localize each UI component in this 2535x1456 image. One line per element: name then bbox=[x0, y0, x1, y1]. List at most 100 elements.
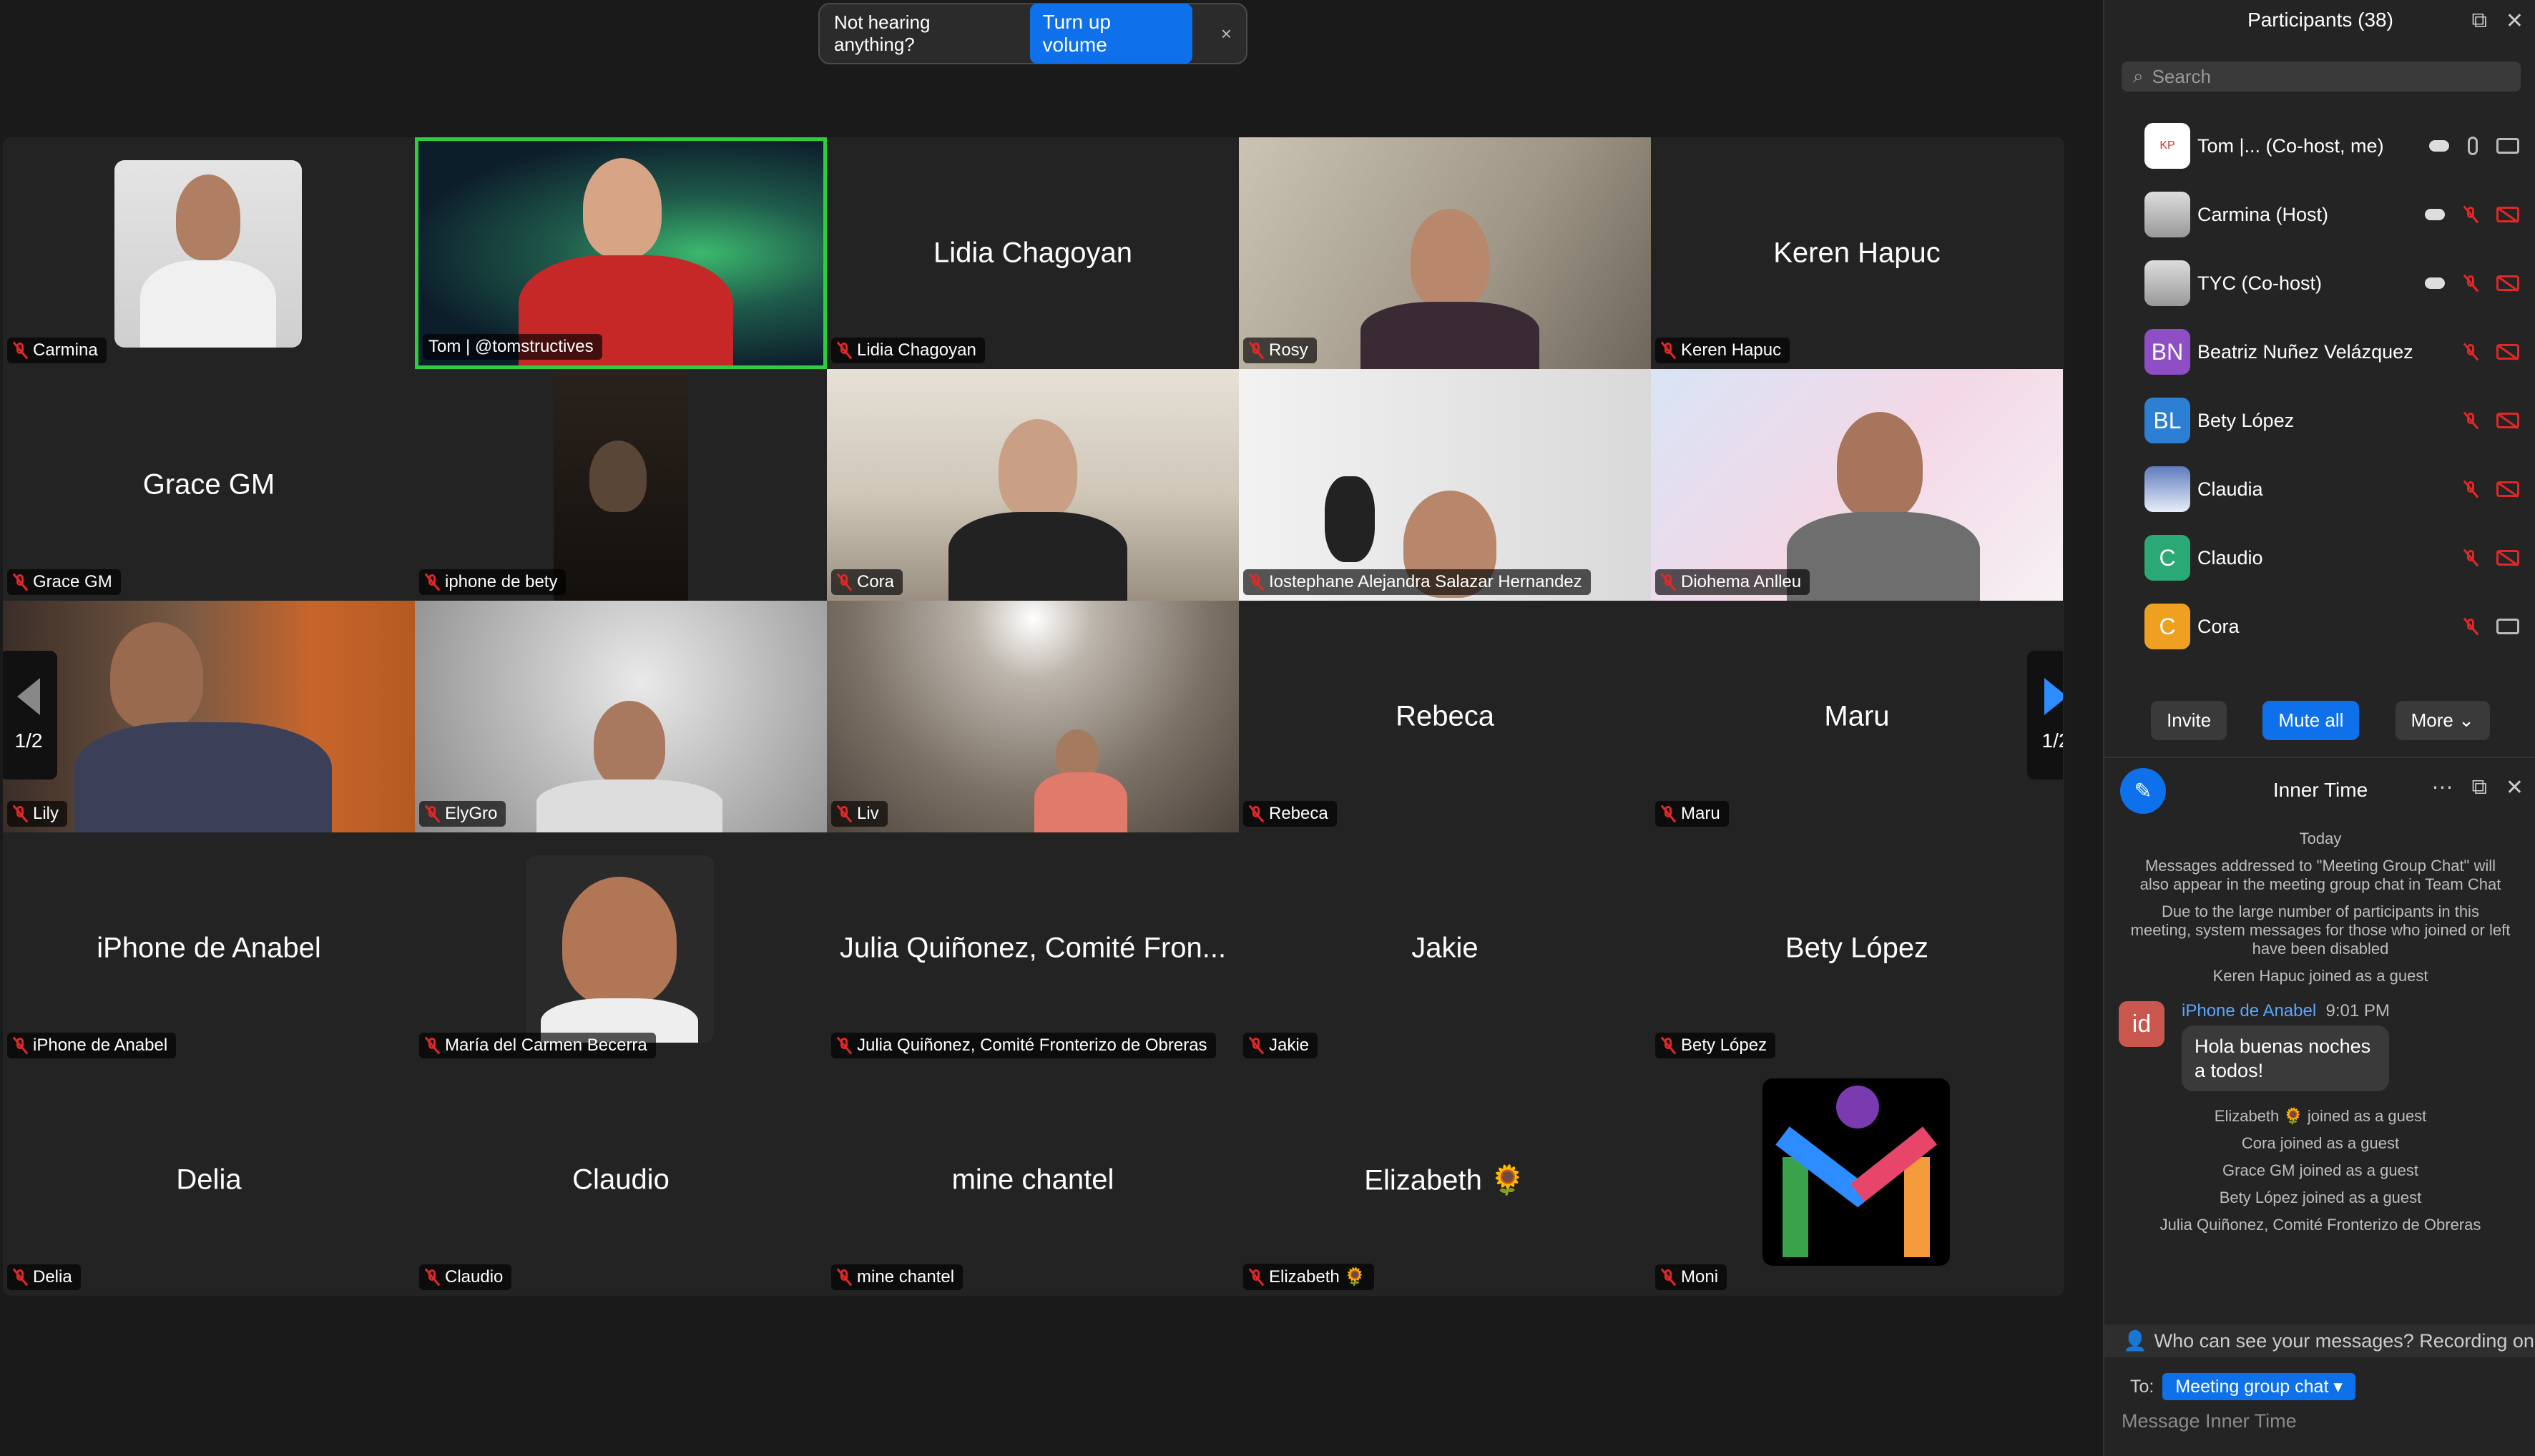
nameplate: Moni bbox=[1655, 1264, 1727, 1290]
participant-name: Maru bbox=[1824, 700, 1890, 732]
video-tile[interactable]: Keren Hapuc Keren Hapuc bbox=[1651, 137, 2063, 369]
previous-page-button[interactable]: 1/2 bbox=[3, 651, 57, 779]
camera-off-icon[interactable] bbox=[2496, 550, 2519, 566]
video-tile-active-speaker[interactable]: Tom | @tomstructives bbox=[415, 137, 827, 369]
participant-row[interactable]: Claudia bbox=[2104, 455, 2535, 523]
video-tile[interactable]: Carmina bbox=[3, 137, 415, 369]
avatar: C bbox=[2144, 535, 2190, 581]
to-label: To: bbox=[2130, 1376, 2154, 1397]
profile-photo bbox=[526, 855, 714, 1043]
mic-muted-icon bbox=[1661, 1036, 1675, 1055]
camera-icon[interactable] bbox=[2496, 619, 2519, 634]
mic-icon[interactable] bbox=[2468, 137, 2478, 155]
nameplate: Julia Quiñonez, Comité Fronterizo de Obr… bbox=[831, 1033, 1216, 1058]
mic-muted-icon[interactable] bbox=[2463, 343, 2478, 361]
date-separator: Today bbox=[2299, 830, 2342, 847]
video-tile[interactable]: Maru Maru 1/2 bbox=[1651, 601, 2063, 832]
camera-off-icon[interactable] bbox=[2496, 413, 2519, 428]
close-icon[interactable]: ✕ bbox=[2506, 9, 2524, 34]
message-input[interactable]: Message Inner Time bbox=[2122, 1410, 2297, 1432]
recording-notice[interactable]: 👤 Who can see your messages? Recording o… bbox=[2104, 1324, 2535, 1357]
camera-icon[interactable] bbox=[2496, 138, 2519, 154]
nameplate: Delia bbox=[7, 1264, 81, 1290]
nameplate: María del Carmen Becerra bbox=[419, 1033, 656, 1058]
nameplate: Lily bbox=[7, 801, 68, 827]
video-tile[interactable]: Bety López Bety López bbox=[1651, 832, 2063, 1064]
mic-muted-icon bbox=[425, 805, 439, 823]
nameplate: Bety López bbox=[1655, 1033, 1776, 1058]
video-tile[interactable]: Rebeca Rebeca bbox=[1239, 601, 1651, 832]
video-tile[interactable]: mine chantel mine chantel bbox=[827, 1064, 1239, 1296]
participant-row[interactable]: C Claudio bbox=[2104, 523, 2535, 592]
join-message: Elizabeth 🌻 joined as a guest bbox=[2214, 1107, 2427, 1125]
participant-row[interactable]: C Cora bbox=[2104, 592, 2535, 661]
participant-row[interactable]: KP Tom |... (Co-host, me) bbox=[2104, 112, 2535, 180]
video-tile[interactable]: Delia Delia bbox=[3, 1064, 415, 1296]
camera-feed bbox=[1239, 137, 1651, 369]
audio-toast: Not hearing anything? Turn up volume × bbox=[818, 3, 1247, 64]
mic-muted-icon[interactable] bbox=[2463, 549, 2478, 567]
video-tile[interactable]: Cora bbox=[827, 369, 1239, 601]
video-tile[interactable]: Jakie Jakie bbox=[1239, 832, 1651, 1064]
nameplate: Diohema Anlleu bbox=[1655, 569, 1810, 595]
video-tile[interactable]: María del Carmen Becerra bbox=[415, 832, 827, 1064]
video-tile[interactable]: Liv bbox=[827, 601, 1239, 832]
mic-muted-icon bbox=[13, 1036, 27, 1055]
video-tile[interactable]: iphone de bety bbox=[415, 369, 827, 601]
mic-muted-icon[interactable] bbox=[2463, 411, 2478, 430]
video-tile[interactable]: iPhone de Anabel iPhone de Anabel bbox=[3, 832, 415, 1064]
video-tile[interactable]: Iostephane Alejandra Salazar Hernandez bbox=[1239, 369, 1651, 601]
next-page-button[interactable]: 1/2 bbox=[2027, 651, 2063, 779]
pop-out-icon[interactable]: ⧉ bbox=[2471, 775, 2486, 800]
video-gallery: Carmina Tom | @tomstructives Lidia Chago… bbox=[3, 137, 2064, 1296]
video-tile[interactable]: Diohema Anlleu bbox=[1651, 369, 2063, 601]
close-icon[interactable]: ✕ bbox=[2506, 775, 2524, 800]
video-tile[interactable]: Grace GM Grace GM bbox=[3, 369, 415, 601]
nameplate: Claudio bbox=[419, 1264, 512, 1290]
compose-icon[interactable]: ✎ bbox=[2120, 768, 2166, 814]
turn-up-volume-button[interactable]: Turn up volume bbox=[1029, 4, 1192, 64]
camera-feed bbox=[3, 601, 415, 832]
search-icon: ⌕ bbox=[2133, 65, 2144, 87]
video-tile[interactable]: Lily 1/2 bbox=[3, 601, 415, 832]
more-button[interactable]: More ⌄ bbox=[2395, 701, 2490, 740]
cloud-recording-icon bbox=[2425, 277, 2445, 289]
mic-muted-icon[interactable] bbox=[2463, 205, 2478, 224]
video-tile[interactable]: Claudio Claudio bbox=[415, 1064, 827, 1296]
participant-search-input[interactable]: ⌕ Search bbox=[2122, 62, 2521, 92]
video-tile[interactable]: Moni bbox=[1651, 1064, 2063, 1296]
video-tile[interactable]: Lidia Chagoyan Lidia Chagoyan bbox=[827, 137, 1239, 369]
mic-muted-icon[interactable] bbox=[2463, 274, 2478, 292]
mic-muted-icon bbox=[837, 573, 851, 591]
close-icon[interactable]: × bbox=[1221, 23, 1232, 45]
chevron-right-icon bbox=[2044, 678, 2063, 715]
nameplate: Grace GM bbox=[7, 569, 121, 595]
video-tile[interactable]: Rosy bbox=[1239, 137, 1651, 369]
mic-muted-icon bbox=[13, 1268, 27, 1287]
avatar: KP bbox=[2144, 123, 2190, 169]
participant-row[interactable]: BL Bety López bbox=[2104, 386, 2535, 455]
invite-button[interactable]: Invite bbox=[2151, 701, 2227, 740]
join-message: Grace GM joined as a guest bbox=[2222, 1161, 2418, 1179]
participant-row[interactable]: BN Beatriz Nuñez Velázquez bbox=[2104, 318, 2535, 386]
camera-off-icon[interactable] bbox=[2496, 207, 2519, 222]
video-tile[interactable]: Julia Quiñonez, Comité Fron... Julia Qui… bbox=[827, 832, 1239, 1064]
participant-row[interactable]: TYC (Co-host) bbox=[2104, 249, 2535, 318]
participant-list: KP Tom |... (Co-host, me) Carmina (Host)… bbox=[2104, 112, 2535, 677]
nameplate: mine chantel bbox=[831, 1264, 964, 1290]
camera-off-icon[interactable] bbox=[2496, 481, 2519, 497]
mic-muted-icon[interactable] bbox=[2463, 480, 2478, 498]
mic-muted-icon[interactable] bbox=[2463, 617, 2478, 636]
video-tile[interactable]: Elizabeth 🌻 Elizabeth 🌻 bbox=[1239, 1064, 1651, 1296]
recipient-dropdown[interactable]: Meeting group chat ▾ bbox=[2162, 1373, 2355, 1400]
mic-muted-icon bbox=[425, 573, 439, 591]
mute-all-button[interactable]: Mute all bbox=[2262, 701, 2360, 740]
camera-off-icon[interactable] bbox=[2496, 275, 2519, 291]
camera-off-icon[interactable] bbox=[2496, 344, 2519, 360]
video-tile[interactable]: ElyGro bbox=[415, 601, 827, 832]
participant-row[interactable]: Carmina (Host) bbox=[2104, 180, 2535, 249]
more-options-icon[interactable]: ⋯ bbox=[2431, 775, 2453, 800]
participant-name: Delia bbox=[176, 1164, 242, 1196]
search-placeholder: Search bbox=[2152, 65, 2211, 87]
pop-out-icon[interactable]: ⧉ bbox=[2471, 9, 2486, 34]
